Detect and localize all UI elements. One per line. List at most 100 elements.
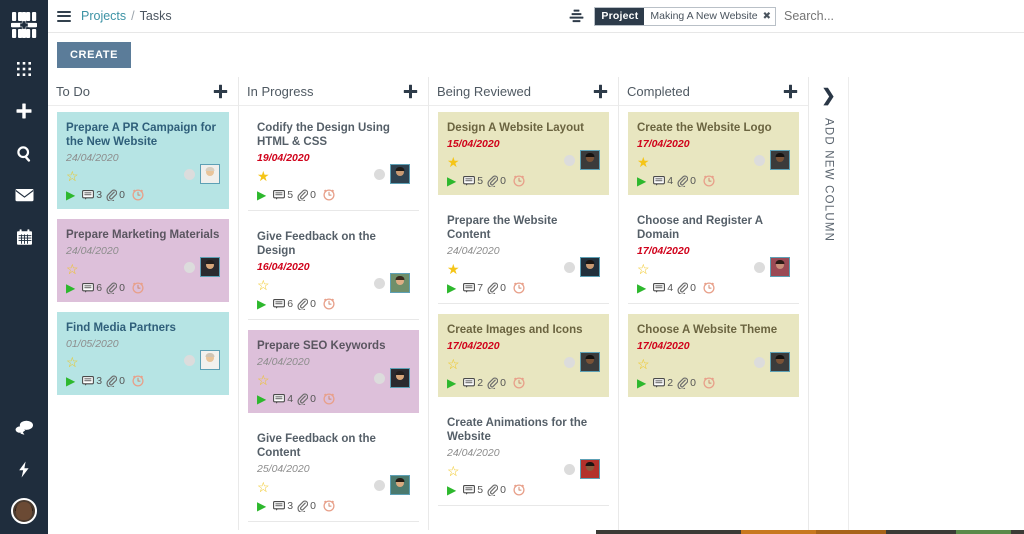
card-assignee-avatar[interactable] <box>200 257 220 277</box>
task-card-comments[interactable]: 4 <box>653 282 673 294</box>
card-assignee-avatar[interactable] <box>770 150 790 170</box>
task-card[interactable]: Create the Website Logo17/04/2020★▶40 <box>628 112 799 195</box>
task-card-timer-icon[interactable] <box>132 282 144 294</box>
task-card-status-dot[interactable] <box>564 464 575 475</box>
task-card[interactable]: Choose and Register A Domain17/04/2020☆▶… <box>628 205 799 304</box>
task-card-timer-icon[interactable] <box>513 484 525 496</box>
task-card[interactable]: Prepare the Website Content24/04/2020★▶7… <box>438 205 609 304</box>
search-input[interactable] <box>784 9 1014 23</box>
task-card-comments[interactable]: 6 <box>82 282 102 294</box>
task-card-comments[interactable]: 5 <box>463 175 483 187</box>
task-card-star-icon[interactable]: ☆ <box>66 355 79 369</box>
task-card-play-icon[interactable]: ▶ <box>447 282 456 294</box>
task-card-star-icon[interactable]: ☆ <box>257 480 270 494</box>
task-card-attachments[interactable]: 0 <box>297 500 316 512</box>
filter-icon[interactable] <box>569 9 584 23</box>
task-card-attachments[interactable]: 0 <box>677 377 696 389</box>
task-card-star-icon[interactable]: ☆ <box>257 373 270 387</box>
task-card-timer-icon[interactable] <box>323 298 335 310</box>
task-card-timer-icon[interactable] <box>132 189 144 201</box>
task-card-play-icon[interactable]: ▶ <box>447 175 456 187</box>
task-card[interactable]: Give Feedback on the Content25/04/2020☆▶… <box>248 423 419 522</box>
task-card-star-icon[interactable]: ☆ <box>637 357 650 371</box>
task-card-attachments[interactable]: 0 <box>487 175 506 187</box>
task-card-timer-icon[interactable] <box>513 282 525 294</box>
breadcrumb-tasks[interactable]: Tasks <box>140 9 172 23</box>
task-card-comments[interactable]: 5 <box>463 484 483 496</box>
card-assignee-avatar[interactable] <box>390 273 410 293</box>
task-card-timer-icon[interactable] <box>132 375 144 387</box>
card-assignee-avatar[interactable] <box>580 150 600 170</box>
task-card-attachments[interactable]: 0 <box>487 377 506 389</box>
task-card-play-icon[interactable]: ▶ <box>637 377 646 389</box>
task-card[interactable]: Prepare A PR Campaign for the New Websit… <box>57 112 229 209</box>
task-card-status-dot[interactable] <box>184 262 195 273</box>
column-add-card-button[interactable] <box>783 84 798 99</box>
task-card-attachments[interactable]: 0 <box>297 393 316 405</box>
task-card-play-icon[interactable]: ▶ <box>257 393 266 405</box>
task-card-status-dot[interactable] <box>564 155 575 166</box>
task-card-comments[interactable]: 4 <box>653 175 673 187</box>
task-card-status-dot[interactable] <box>374 373 385 384</box>
card-assignee-avatar[interactable] <box>580 257 600 277</box>
task-card-star-icon[interactable]: ★ <box>637 155 650 169</box>
calendar-icon[interactable] <box>7 222 41 252</box>
task-card[interactable]: Create Animations for the Website24/04/2… <box>438 407 609 506</box>
task-card-status-dot[interactable] <box>564 357 575 368</box>
card-assignee-avatar[interactable] <box>200 164 220 184</box>
card-assignee-avatar[interactable] <box>770 257 790 277</box>
task-card-star-icon[interactable]: ☆ <box>257 278 270 292</box>
task-card-comments[interactable]: 5 <box>273 189 293 201</box>
task-card-star-icon[interactable]: ☆ <box>66 262 79 276</box>
task-card-comments[interactable]: 2 <box>653 377 673 389</box>
card-assignee-avatar[interactable] <box>390 368 410 388</box>
task-card-play-icon[interactable]: ▶ <box>637 282 646 294</box>
task-card-status-dot[interactable] <box>754 262 765 273</box>
card-assignee-avatar[interactable] <box>390 475 410 495</box>
breadcrumb-projects[interactable]: Projects <box>81 9 126 23</box>
task-card-timer-icon[interactable] <box>513 175 525 187</box>
task-card-attachments[interactable]: 0 <box>106 375 125 387</box>
project-filter-chip[interactable]: Project Making A New Website ✖ <box>594 7 776 26</box>
task-card-status-dot[interactable] <box>754 357 765 368</box>
task-card[interactable]: Prepare Marketing Materials24/04/2020☆▶6… <box>57 219 229 302</box>
task-card-play-icon[interactable]: ▶ <box>257 298 266 310</box>
task-card-timer-icon[interactable] <box>513 377 525 389</box>
mail-icon[interactable] <box>7 180 41 210</box>
search-icon[interactable] <box>7 138 41 168</box>
task-card-play-icon[interactable]: ▶ <box>257 189 266 201</box>
user-avatar[interactable] <box>11 498 37 524</box>
task-card-status-dot[interactable] <box>184 355 195 366</box>
task-card-timer-icon[interactable] <box>703 175 715 187</box>
filter-chip-remove-icon[interactable]: ✖ <box>763 11 771 22</box>
task-card-star-icon[interactable]: ★ <box>447 262 460 276</box>
task-card-play-icon[interactable]: ▶ <box>66 282 75 294</box>
task-card-attachments[interactable]: 0 <box>677 282 696 294</box>
task-card-star-icon[interactable]: ☆ <box>447 357 460 371</box>
task-card-attachments[interactable]: 0 <box>487 282 506 294</box>
task-card-attachments[interactable]: 0 <box>106 189 125 201</box>
task-card[interactable]: Give Feedback on the Design16/04/2020☆▶6… <box>248 221 419 320</box>
column-add-card-button[interactable] <box>213 84 228 99</box>
task-card-attachments[interactable]: 0 <box>297 189 316 201</box>
task-card-status-dot[interactable] <box>184 169 195 180</box>
task-card-star-icon[interactable]: ☆ <box>66 169 79 183</box>
card-assignee-avatar[interactable] <box>200 350 220 370</box>
task-card-comments[interactable]: 3 <box>82 375 102 387</box>
card-assignee-avatar[interactable] <box>580 459 600 479</box>
task-card-status-dot[interactable] <box>374 278 385 289</box>
task-card-status-dot[interactable] <box>564 262 575 273</box>
task-card-comments[interactable]: 3 <box>82 189 102 201</box>
task-card-comments[interactable]: 2 <box>463 377 483 389</box>
card-assignee-avatar[interactable] <box>580 352 600 372</box>
task-card-star-icon[interactable]: ☆ <box>637 262 650 276</box>
task-card-attachments[interactable]: 0 <box>677 175 696 187</box>
task-card-attachments[interactable]: 0 <box>106 282 125 294</box>
task-card-status-dot[interactable] <box>374 480 385 491</box>
task-card[interactable]: Prepare SEO Keywords24/04/2020☆▶40 <box>248 330 419 413</box>
create-button[interactable]: CREATE <box>57 42 131 68</box>
task-card-play-icon[interactable]: ▶ <box>637 175 646 187</box>
task-card[interactable]: Create Images and Icons17/04/2020☆▶20 <box>438 314 609 397</box>
task-card-timer-icon[interactable] <box>703 377 715 389</box>
card-assignee-avatar[interactable] <box>770 352 790 372</box>
